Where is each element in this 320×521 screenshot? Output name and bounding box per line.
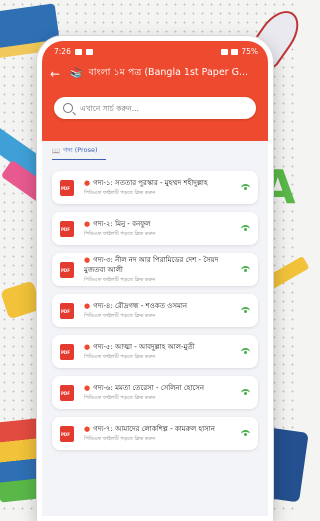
signal-indicator-icon xyxy=(241,347,250,356)
chapter-list: ●গদ্য-১: সততার পুরস্কার - মুহম্মদ শহীদুল… xyxy=(52,171,258,450)
bullet-icon: ● xyxy=(84,383,91,392)
content-area: 📖 গদ্য (Prose) ●গদ্য-১: সততার পুরস্কার -… xyxy=(42,141,268,516)
book-icon: 📖 xyxy=(52,146,61,155)
page-title: বাংলা ১ম পত্র (Bangla 1st Paper G... xyxy=(88,67,249,78)
header: 7:26 75% ← 📚 বাংলা ১ম পত্র (Bangla 1st P… xyxy=(42,41,268,141)
pdf-icon xyxy=(60,384,74,401)
list-item[interactable]: ●গদ্য-২: মিনু - বনফুল পিডিএফ ফাইলটি পড়ত… xyxy=(52,212,258,245)
bullet-icon: ● xyxy=(84,255,91,264)
notification-icon xyxy=(74,48,82,55)
item-title: গদ্য-৬: মমতা তেরেসা - সেলিনা হোসেন xyxy=(93,383,205,392)
pdf-icon xyxy=(60,179,74,196)
item-title: গদ্য-৪: রৌদ্রগন্ধ - শওকত ওসমান xyxy=(93,301,188,310)
item-subtitle: পিডিএফ ফাইলটি পড়তে ক্লিক করুন xyxy=(84,189,156,196)
signal-indicator-icon xyxy=(241,224,250,233)
signal-indicator-icon xyxy=(241,388,250,397)
search-icon xyxy=(63,103,73,113)
item-subtitle: পিডিএফ ফাইলটি পড়তে ক্লিক করুন xyxy=(84,312,156,319)
bullet-icon: ● xyxy=(84,424,91,433)
signal-indicator-icon xyxy=(241,265,250,274)
phone-frame: 7:26 75% ← 📚 বাংলা ১ম পত্র (Bangla 1st P… xyxy=(37,36,273,521)
signal-indicator-icon xyxy=(241,306,250,315)
pdf-icon xyxy=(60,220,74,237)
list-item[interactable]: ●গদ্য-৭: আমাদের লোকশিল্প - কামরুল হাসান … xyxy=(52,417,258,450)
wifi-icon xyxy=(221,48,229,55)
list-item[interactable]: ●গদ্য-৩: নীল নদ আর পিরামিডের দেশ - সৈয়দ… xyxy=(52,253,258,286)
pdf-icon xyxy=(60,425,74,442)
status-bar: 7:26 75% xyxy=(42,41,268,56)
item-title: গদ্য-২: মিনু - বনফুল xyxy=(93,219,151,228)
item-title: গদ্য-১: সততার পুরস্কার - মুহম্মদ শহীদুল্… xyxy=(93,178,208,187)
list-item[interactable]: ●গদ্য-৬: মমতা তেরেসা - সেলিনা হোসেন পিডি… xyxy=(52,376,258,409)
bullet-icon: ● xyxy=(84,342,91,351)
item-subtitle: পিডিএফ ফাইলটি পড়তে ক্লিক করুন xyxy=(84,394,156,401)
battery-level: 75% xyxy=(241,47,258,56)
back-arrow-icon[interactable]: ← xyxy=(50,67,64,81)
pdf-icon xyxy=(60,302,74,319)
item-subtitle: পিডিএফ ফাইলটি পড়তে ক্লিক করুন xyxy=(84,353,156,360)
item-subtitle: পিডিএফ ফাইলটি পড়তে ক্লিক করুন xyxy=(84,230,156,237)
signal-icon xyxy=(231,48,239,55)
books-icon: 📚 xyxy=(70,68,83,79)
notification-icon xyxy=(85,48,93,55)
item-subtitle: পিডিএফ ফাইলটি পড়তে ক্লিক করুন xyxy=(84,435,156,442)
section-label: গদ্য (Prose) xyxy=(63,146,98,154)
signal-indicator-icon xyxy=(241,183,250,192)
list-item[interactable]: ●গদ্য-৫: আত্মা - আবদুল্লাহ আল-মুতী পিডিএ… xyxy=(52,335,258,368)
list-item[interactable]: ●গদ্য-৪: রৌদ্রগন্ধ - শওকত ওসমান পিডিএফ ফ… xyxy=(52,294,258,327)
bullet-icon: ● xyxy=(84,219,91,228)
item-subtitle: পিডিএফ ফাইলটি পড়তে ক্লিক করুন xyxy=(84,276,156,283)
search-input[interactable] xyxy=(78,102,247,114)
status-time: 7:26 xyxy=(54,47,71,56)
list-item[interactable]: ●গদ্য-১: সততার পুরস্কার - মুহম্মদ শহীদুল… xyxy=(52,171,258,204)
bullet-icon: ● xyxy=(84,301,91,310)
item-title: গদ্য-৭: আমাদের লোকশিল্প - কামরুল হাসান xyxy=(93,424,215,433)
item-title: গদ্য-৫: আত্মা - আবদুল্লাহ আল-মুতী xyxy=(93,342,195,351)
item-title: গদ্য-৩: নীল নদ আর পিরামিডের দেশ - সৈয়দ … xyxy=(84,255,219,274)
pdf-icon xyxy=(60,343,74,360)
section-tab-prose[interactable]: 📖 গদ্য (Prose) xyxy=(52,145,106,160)
search-bar[interactable] xyxy=(54,97,256,119)
app-bar: ← 📚 বাংলা ১ম পত্র (Bangla 1st Paper G... xyxy=(42,66,268,81)
signal-indicator-icon xyxy=(241,429,250,438)
pdf-icon xyxy=(60,261,74,278)
bullet-icon: ● xyxy=(84,178,91,187)
